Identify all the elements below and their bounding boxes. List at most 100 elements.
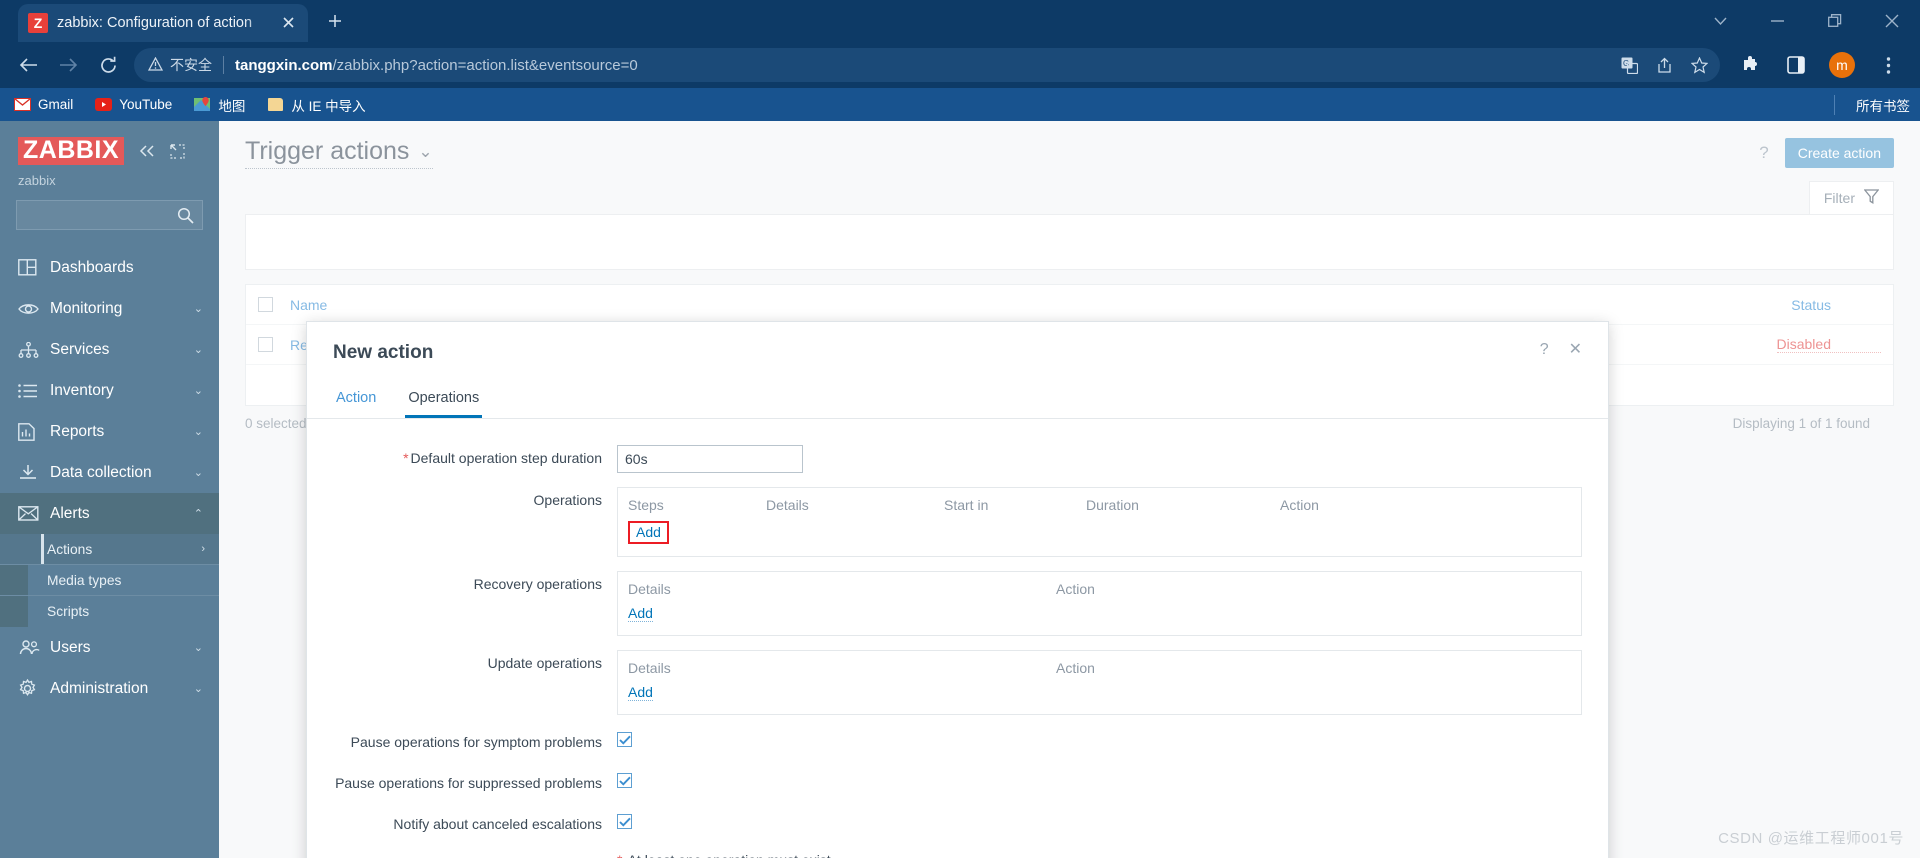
report-chart-icon xyxy=(18,422,44,441)
sidebar-header: ZABBIX xyxy=(0,121,219,166)
sidebar-item-alerts[interactable]: Alerts ⌃ xyxy=(0,493,219,535)
field-label: Update operations xyxy=(487,655,602,671)
window-controls xyxy=(1692,0,1920,42)
operations-table: Steps Details Start in Duration Action A… xyxy=(617,487,1582,557)
dashboard-grid-icon xyxy=(18,259,44,276)
field-label: Operations xyxy=(533,492,602,508)
sidebar-item-label: Dashboards xyxy=(50,258,134,276)
new-action-modal: New action ? ✕ Action Operations * Defaul… xyxy=(306,321,1609,858)
all-bookmarks-button[interactable]: 所有书签 xyxy=(1834,94,1910,115)
sidebar-item-actions[interactable]: Actions › xyxy=(0,534,219,566)
operations-table-header: Steps Details Start in Duration Action xyxy=(618,488,1581,519)
extensions-puzzle-icon[interactable] xyxy=(1730,45,1770,85)
list-icon xyxy=(18,383,44,398)
recovery-add-row: Add xyxy=(618,603,1581,635)
update-add-link[interactable]: Add xyxy=(628,684,653,701)
field-label: Recovery operations xyxy=(473,576,602,592)
sidebar-item-users[interactable]: Users ⌄ xyxy=(0,627,219,668)
field-update-operations: Update operations Details Action Add xyxy=(333,650,1582,715)
double-chevron-left-icon[interactable] xyxy=(138,144,156,158)
sidebar-item-media-types[interactable]: Media types xyxy=(0,565,219,597)
tab-search-chevron-down-icon[interactable] xyxy=(1692,0,1749,42)
sidebar-item-monitoring[interactable]: Monitoring ⌄ xyxy=(0,288,219,329)
column-header-action: Action xyxy=(1280,497,1319,513)
minimize-icon[interactable] xyxy=(1749,0,1806,42)
not-secure-warning[interactable]: 不安全 xyxy=(147,55,212,75)
browser-toolbar-actions: m xyxy=(1730,45,1912,85)
field-value xyxy=(617,445,1582,473)
sidebar-menu: Dashboards Monitoring ⌄ Services ⌄ Inven… xyxy=(0,247,219,709)
not-secure-warning-icon xyxy=(147,56,170,74)
bookmark-ie-import[interactable]: 从 IE 中导入 xyxy=(267,95,366,115)
zabbix-sidebar: ZABBIX zabbix Dashboards Monitoring ⌄ Se… xyxy=(0,121,219,858)
field-label: Notify about canceled escalations xyxy=(393,816,602,832)
pause-suppressed-checkbox[interactable] xyxy=(617,773,632,788)
sidebar-item-administration[interactable]: Administration ⌄ xyxy=(0,668,219,709)
sidebar-item-scripts[interactable]: Scripts xyxy=(0,596,219,627)
chevron-up-icon: ⌃ xyxy=(193,508,203,521)
sidebar-item-services[interactable]: Services ⌄ xyxy=(0,329,219,370)
restore-icon[interactable] xyxy=(1806,0,1863,42)
modal-title: New action xyxy=(333,342,434,363)
profile-avatar[interactable]: m xyxy=(1822,45,1862,85)
field-label: * Default operation step duration xyxy=(333,445,617,473)
omnibox-divider xyxy=(223,56,224,74)
field-label-text: Default operation step duration xyxy=(410,450,602,466)
column-header-details: Details xyxy=(628,581,671,597)
sidebar-search-input[interactable] xyxy=(16,200,203,231)
sidebar-item-label: Reports xyxy=(50,422,105,440)
side-panel-icon[interactable] xyxy=(1776,45,1816,85)
modal-close-icon[interactable]: ✕ xyxy=(1569,342,1582,358)
notify-canceled-checkbox[interactable] xyxy=(617,814,632,829)
sidebar-item-dashboards[interactable]: Dashboards xyxy=(0,247,219,288)
all-bookmarks-label: 所有书签 xyxy=(1856,98,1910,114)
column-header-steps: Steps xyxy=(628,497,664,513)
sidebar-item-inventory[interactable]: Inventory ⌄ xyxy=(0,370,219,411)
forward-arrow-icon[interactable] xyxy=(48,45,88,85)
column-header-start-in: Start in xyxy=(944,497,989,513)
close-window-icon[interactable] xyxy=(1863,0,1920,42)
modal-help-icon[interactable]: ? xyxy=(1540,342,1549,358)
sidebar-item-data-collection[interactable]: Data collection ⌄ xyxy=(0,452,219,493)
field-recovery-operations: Recovery operations Details Action Add xyxy=(333,571,1582,636)
translate-icon[interactable]: G xyxy=(1621,57,1638,74)
browser-tab[interactable]: Z zabbix: Configuration of action xyxy=(18,4,308,42)
sidebar-subitem-label: Media types xyxy=(47,572,122,588)
zabbix-app: ZABBIX zabbix Dashboards Monitoring ⌄ Se… xyxy=(0,121,1920,858)
bookmarks-bar: Gmail YouTube 地图 从 IE 中导入 所有书签 xyxy=(0,88,1920,121)
chevron-down-icon: ⌄ xyxy=(193,683,203,696)
csdn-watermark: CSDN @运维工程师001号 xyxy=(1718,830,1904,847)
address-bar[interactable]: 不安全 tanggxin.com/zabbix.php?action=actio… xyxy=(134,48,1720,82)
required-mark: * xyxy=(617,852,622,858)
omnibox-actions: G xyxy=(1621,56,1708,74)
tab-close-icon[interactable] xyxy=(278,15,298,32)
bookmark-maps[interactable]: 地图 xyxy=(194,95,245,115)
zabbix-logo[interactable]: ZABBIX xyxy=(18,137,125,166)
default-step-duration-input[interactable] xyxy=(617,445,803,473)
bookmark-gmail[interactable]: Gmail xyxy=(14,96,73,113)
tab-operations[interactable]: Operations xyxy=(405,384,483,418)
required-mark: * xyxy=(403,450,409,466)
tab-action[interactable]: Action xyxy=(333,384,379,418)
bookmark-youtube[interactable]: YouTube xyxy=(95,96,172,113)
search-icon xyxy=(177,207,194,224)
browser-navbar: 不安全 tanggxin.com/zabbix.php?action=actio… xyxy=(0,42,1920,88)
operations-add-link[interactable]: Add xyxy=(628,521,669,544)
pause-symptom-checkbox[interactable] xyxy=(617,732,632,747)
modal-body: *Default operation step duration Operati… xyxy=(307,419,1608,858)
sidebar-item-reports[interactable]: Reports ⌄ xyxy=(0,411,219,452)
column-header-action: Action xyxy=(1056,581,1095,597)
reload-icon[interactable] xyxy=(88,45,128,85)
sidebar-item-label: Administration xyxy=(50,679,149,697)
collapse-sidebar-icon[interactable] xyxy=(170,143,185,159)
back-arrow-icon[interactable] xyxy=(8,45,48,85)
envelope-icon xyxy=(18,506,44,521)
update-add-row: Add xyxy=(618,682,1581,714)
kebab-menu-icon[interactable] xyxy=(1868,45,1908,85)
recovery-add-link[interactable]: Add xyxy=(628,605,653,622)
bookmark-star-icon[interactable] xyxy=(1691,56,1708,74)
new-tab-button[interactable] xyxy=(316,2,354,40)
folder-icon xyxy=(267,96,284,113)
share-icon[interactable] xyxy=(1656,57,1673,74)
sidebar-item-label: Alerts xyxy=(50,504,90,522)
